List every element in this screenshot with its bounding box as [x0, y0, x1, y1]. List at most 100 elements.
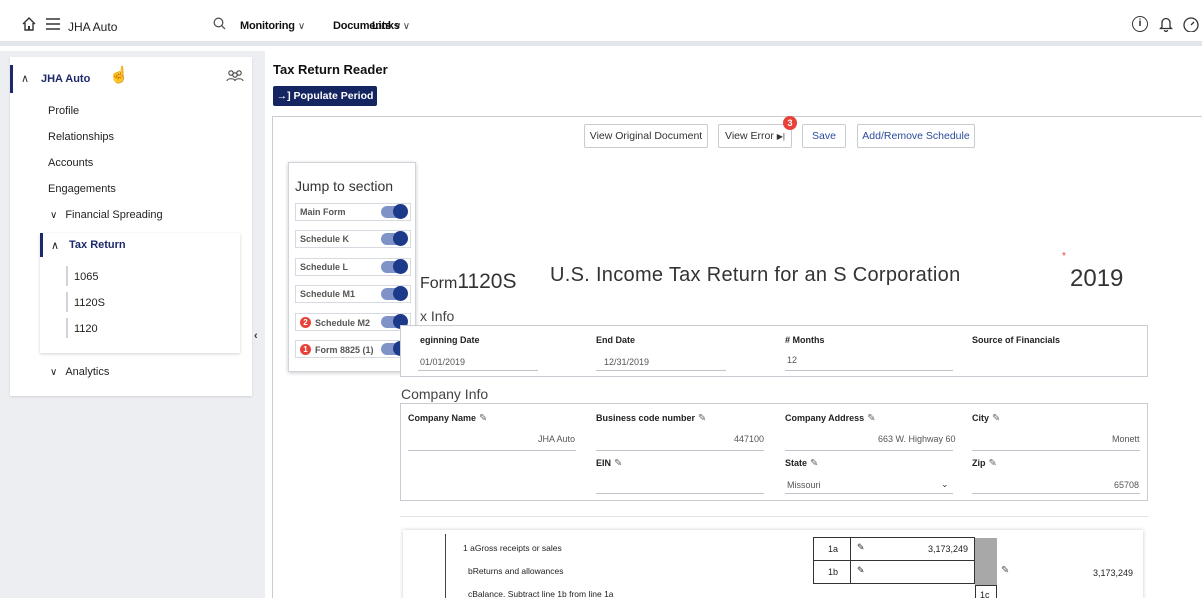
- edit-icon[interactable]: ✎: [857, 542, 865, 553]
- field-underline: [408, 450, 576, 451]
- info-icon[interactable]: i: [1132, 16, 1148, 32]
- city-label-text: City: [972, 413, 990, 423]
- ein-input-underline[interactable]: [596, 493, 764, 494]
- tax-form-1120s[interactable]: 1120S: [74, 297, 105, 309]
- form-number-value: 1120S: [457, 270, 517, 293]
- business-code-label-text: Business code number: [596, 413, 696, 423]
- collapse-sidebar-icon[interactable]: ‹: [254, 330, 264, 350]
- view-error-button[interactable]: View Error ▶|: [718, 124, 792, 148]
- bell-icon[interactable]: [1157, 15, 1175, 33]
- jump-item-form-8825[interactable]: 1 Form 8825 (1): [295, 340, 411, 358]
- people-icon[interactable]: [226, 69, 244, 86]
- add-remove-schedule-button[interactable]: Add/Remove Schedule: [857, 124, 975, 148]
- chevron-down-icon: ∨: [50, 367, 58, 378]
- toggle-knob: [393, 286, 408, 301]
- edit-icon[interactable]: ✎: [989, 458, 997, 469]
- form-heading: U.S. Income Tax Return for an S Corporat…: [550, 264, 961, 286]
- jump-item-schedule-m1[interactable]: Schedule M1: [295, 285, 411, 303]
- error-badge: 2: [300, 317, 311, 328]
- company-address-value[interactable]: 663 W. Highway 60: [878, 434, 956, 444]
- tax-info-title: x Info: [420, 308, 455, 324]
- line-1a-value-box[interactable]: ✎ 3,173,249: [850, 537, 975, 561]
- zip-value[interactable]: 65708: [1114, 480, 1139, 490]
- company-info-box: [400, 403, 1148, 501]
- edit-icon[interactable]: ✎: [857, 565, 865, 576]
- state-select[interactable]: Missouri: [787, 480, 821, 490]
- edit-icon[interactable]: ✎: [698, 413, 706, 424]
- jump-item-main-form[interactable]: Main Form: [295, 203, 411, 221]
- sidebar-item-tax-return[interactable]: ∧ Tax Return: [40, 233, 240, 257]
- edit-icon[interactable]: ✎: [992, 413, 1000, 424]
- section-toggle[interactable]: [381, 286, 408, 301]
- chevron-down-icon: ∨: [50, 210, 58, 221]
- field-underline: [596, 450, 764, 451]
- hand-cursor-icon: ☝: [109, 67, 129, 84]
- business-code-value[interactable]: 447100: [734, 434, 764, 444]
- state-label: State ✎: [785, 458, 818, 469]
- line-code: 1c: [980, 590, 990, 598]
- chevron-down-icon: ∨: [297, 21, 305, 32]
- home-icon[interactable]: [20, 15, 38, 33]
- view-error-label: View Error: [725, 130, 774, 142]
- tax-form-1065[interactable]: 1065: [74, 271, 98, 283]
- source-of-financials-label: Source of Financials: [972, 335, 1061, 345]
- city-value[interactable]: Monett: [1112, 434, 1140, 444]
- menu-links[interactable]: Links ∨: [372, 20, 410, 32]
- company-name-label: Company Name ✎: [408, 413, 487, 424]
- chevron-down-icon[interactable]: ⌄: [941, 479, 949, 490]
- edit-icon[interactable]: ✎: [1001, 565, 1009, 576]
- page-title: Tax Return Reader: [273, 62, 388, 77]
- beginning-date-value[interactable]: 01/01/2019: [420, 357, 465, 367]
- tree-line: [66, 318, 68, 338]
- toggle-knob: [393, 259, 408, 274]
- tax-return-group: ∧ Tax Return 1065 1120S 1120: [40, 233, 240, 353]
- org-name: JHA Auto: [41, 73, 91, 85]
- menu-monitoring[interactable]: Monitoring ∨: [240, 20, 305, 32]
- save-button[interactable]: Save: [802, 124, 846, 148]
- section-toggle[interactable]: [381, 259, 408, 274]
- sidebar-header[interactable]: ∧ JHA Auto ☝: [10, 65, 252, 93]
- sidebar-item-analytics[interactable]: ∨ Analytics: [50, 366, 109, 378]
- tax-form-1120[interactable]: 1120: [74, 323, 98, 335]
- edit-icon[interactable]: ✎: [614, 458, 622, 469]
- sidebar-item-relationships[interactable]: Relationships: [48, 131, 114, 143]
- sidebar-item-accounts[interactable]: Accounts: [48, 157, 93, 169]
- form-page: [403, 530, 1143, 598]
- chevron-up-icon[interactable]: ∧: [51, 239, 59, 252]
- field-underline: [596, 370, 726, 371]
- top-bar: JHA Auto Monitoring ∨ Documents ∨ Links ∨ i: [0, 0, 1202, 46]
- line-1c-value: 3,173,249: [1093, 568, 1134, 578]
- company-name-value[interactable]: JHA Auto: [538, 434, 575, 444]
- ein-label-text: EIN: [596, 458, 612, 468]
- form-word: Form: [420, 275, 458, 292]
- edit-icon[interactable]: ✎: [867, 413, 875, 424]
- line-1b-value-box[interactable]: ✎: [850, 560, 975, 584]
- line-text: Returns and allowances: [472, 566, 564, 576]
- search-icon[interactable]: [213, 17, 226, 33]
- shaded-column: [975, 538, 997, 586]
- ein-label: EIN ✎: [596, 458, 622, 469]
- section-toggle[interactable]: [381, 231, 408, 246]
- line-value: 3,173,249: [927, 544, 968, 554]
- form-number: Form1120S: [420, 270, 517, 294]
- line-code: 1b: [828, 567, 839, 577]
- dashboard-icon[interactable]: [1182, 15, 1200, 33]
- chevron-up-icon[interactable]: ∧: [21, 72, 29, 85]
- jump-item-schedule-l[interactable]: Schedule L: [295, 258, 411, 276]
- edit-icon[interactable]: ✎: [479, 413, 487, 424]
- populate-period-button[interactable]: →] Populate Period: [273, 86, 377, 106]
- months-value[interactable]: 12: [787, 355, 797, 365]
- hamburger-menu-icon[interactable]: [44, 15, 62, 33]
- edit-icon[interactable]: ✎: [810, 458, 818, 469]
- end-date-value[interactable]: 12/31/2019: [604, 357, 649, 367]
- view-original-document-button[interactable]: View Original Document: [584, 124, 708, 148]
- sidebar-item-financial-spreading[interactable]: ∨ Financial Spreading: [50, 209, 163, 221]
- line-1c-code-box: 1c: [975, 585, 997, 598]
- jump-item-schedule-k[interactable]: Schedule K: [295, 230, 411, 248]
- sidebar-item-engagements[interactable]: Engagements: [48, 183, 116, 195]
- tree-line: [66, 292, 68, 312]
- sidebar-item-profile[interactable]: Profile: [48, 105, 79, 117]
- section-toggle[interactable]: [381, 204, 408, 219]
- search-input[interactable]: JHA Auto: [68, 17, 228, 37]
- jump-item-schedule-m2[interactable]: 2 Schedule M2: [295, 313, 411, 331]
